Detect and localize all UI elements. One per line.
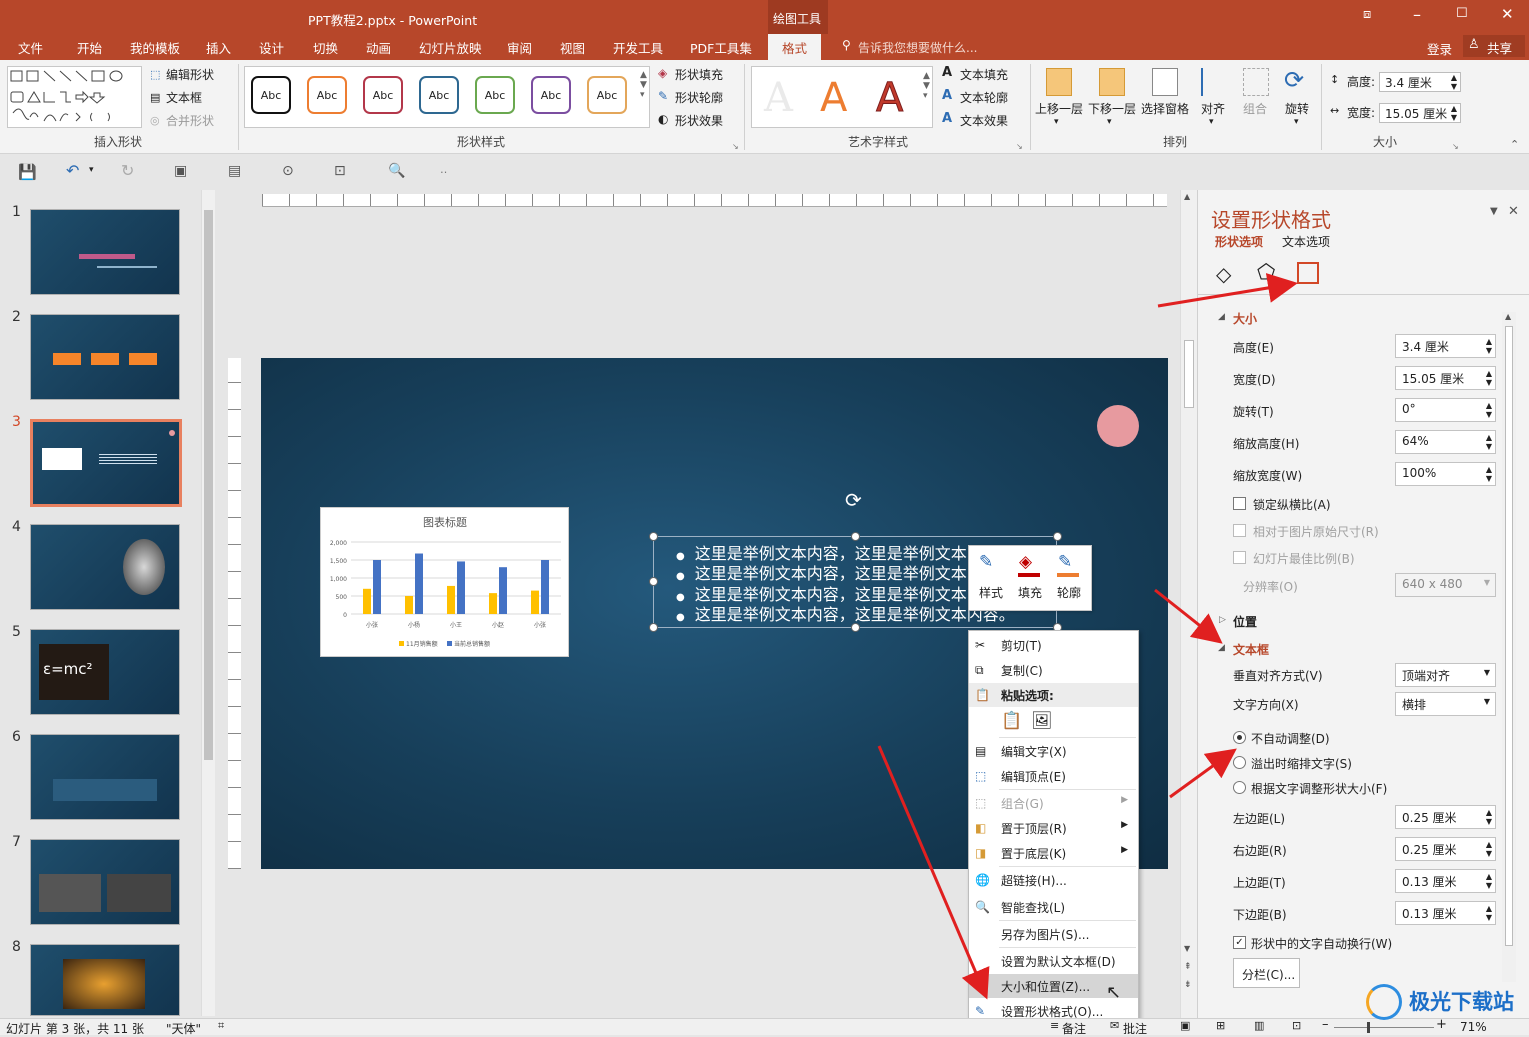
slideshow-view-icon[interactable]: ⊡ — [1292, 1019, 1301, 1032]
zoom-out-icon[interactable]: – — [1322, 1017, 1329, 1032]
watermark: 极光下载站 — [1366, 982, 1526, 1022]
zoom-slider-thumb[interactable] — [1367, 1022, 1370, 1033]
spellcheck-icon[interactable]: ⌗ — [218, 1019, 224, 1033]
reading-view-icon[interactable]: ▥ — [1254, 1019, 1264, 1032]
comments-icon[interactable]: ✉ — [1110, 1019, 1119, 1032]
status-bar: 幻灯片 第 3 张，共 11 张 "天体" ⌗ ≡ 备注 ✉ 批注 ▣ ⊞ ▥ … — [0, 1017, 1529, 1037]
comments-button[interactable]: 批注 — [1123, 1020, 1147, 1037]
watermark-text: 极光下载站 — [1409, 990, 1514, 1014]
annotation-arrows — [877, 273, 1298, 1000]
watermark-logo — [1366, 984, 1402, 1020]
slide-info: 幻灯片 第 3 张，共 11 张 — [6, 1022, 144, 1036]
zoom-level[interactable]: 71% — [1460, 1020, 1487, 1034]
notes-icon[interactable]: ≡ — [1050, 1019, 1059, 1032]
slide-sorter-icon[interactable]: ⊞ — [1216, 1019, 1225, 1032]
zoom-slider[interactable] — [1334, 1027, 1434, 1028]
normal-view-icon[interactable]: ▣ — [1180, 1019, 1190, 1032]
theme-name: "天体" — [166, 1022, 202, 1036]
notes-button[interactable]: 备注 — [1062, 1020, 1086, 1037]
